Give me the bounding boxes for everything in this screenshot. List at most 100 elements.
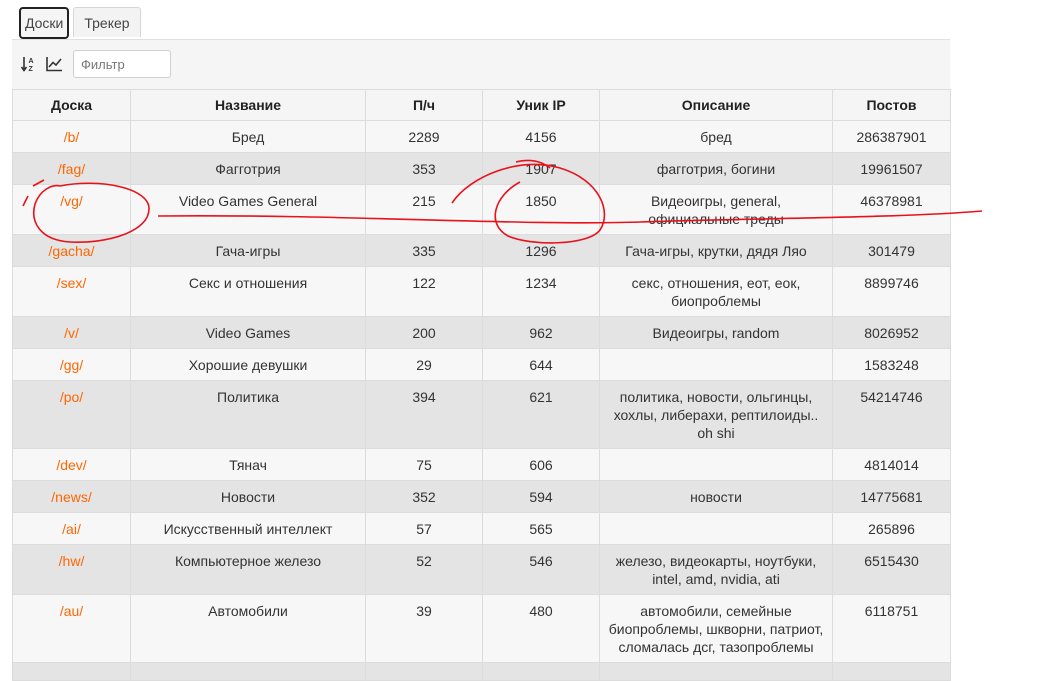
name-cell: Политика: [130, 380, 366, 449]
table-row: /v/Video Games 200 962 Видеоигры, random 802…: [12, 316, 951, 349]
header-posts-per-hour[interactable]: П/ч: [365, 89, 483, 121]
description-cell: политика, новости, ольгинцы, хохлы, либе…: [599, 380, 833, 449]
posts-per-hour-cell: 39: [365, 594, 483, 663]
posts-cell: 46378981: [832, 184, 951, 235]
posts-cell: 6515430: [832, 544, 951, 595]
posts-cell: 301479: [832, 234, 951, 267]
header-posts[interactable]: Постов: [832, 89, 951, 121]
board-cell[interactable]: /gacha/: [12, 234, 131, 267]
table-row: /fag/Фагготрия 353 1907 фагготрия, богини 19…: [12, 152, 951, 185]
board-cell[interactable]: /dev/: [12, 448, 131, 481]
table-row: /gg/Хорошие девушки 29 644 1583248: [12, 348, 951, 381]
boards-table: Доска Название П/ч Уник IP Описание Пост…: [12, 89, 951, 681]
header-name[interactable]: Название: [130, 89, 366, 121]
posts-cell: 8026952: [832, 316, 951, 349]
posts-per-hour-cell: 394: [365, 380, 483, 449]
name-cell: Новости: [130, 480, 366, 513]
description-cell: Гача-игры, крутки, дядя Ляо: [599, 234, 833, 267]
description-cell: [599, 448, 833, 481]
unique-ip-cell: 1907: [482, 152, 600, 185]
name-cell: Video Games: [130, 316, 366, 349]
svg-text:Z: Z: [29, 66, 34, 73]
unique-ip-cell: 565: [482, 512, 600, 545]
name-cell: Гача-игры: [130, 234, 366, 267]
table-row: /sex/Секс и отношения 122 1234 секс, отноше…: [12, 266, 951, 317]
table-row: /news/Новости 352 594 новости 14775681: [12, 480, 951, 513]
unique-ip-cell: 480: [482, 594, 600, 663]
board-cell[interactable]: /hw/: [12, 544, 131, 595]
description-cell: [599, 662, 833, 681]
table-row: [12, 662, 951, 681]
unique-ip-cell: 1850: [482, 184, 600, 235]
unique-ip-cell: [482, 662, 600, 681]
description-cell: железо, видеокарты, ноутбуки, intel, amd…: [599, 544, 833, 595]
posts-per-hour-cell: 2289: [365, 120, 483, 153]
toolbar: A Z: [12, 40, 950, 89]
name-cell: Бред: [130, 120, 366, 153]
name-cell: Секс и отношения: [130, 266, 366, 317]
header-unique-ip[interactable]: Уник IP: [482, 89, 600, 121]
name-cell: Video Games General: [130, 184, 366, 235]
unique-ip-cell: 1234: [482, 266, 600, 317]
table-row: /hw/Компьютерное железо 52 546 железо, виде…: [12, 544, 951, 595]
name-cell: Искусственный интеллект: [130, 512, 366, 545]
posts-cell: 14775681: [832, 480, 951, 513]
description-cell: бред: [599, 120, 833, 153]
board-cell[interactable]: [12, 662, 131, 681]
description-cell: автомобили, семейные биопроблемы, шкворн…: [599, 594, 833, 663]
unique-ip-cell: 4156: [482, 120, 600, 153]
board-cell[interactable]: /v/: [12, 316, 131, 349]
board-cell[interactable]: /au/: [12, 594, 131, 663]
name-cell: Автомобили: [130, 594, 366, 663]
name-cell: Компьютерное железо: [130, 544, 366, 595]
posts-per-hour-cell: 57: [365, 512, 483, 545]
board-cell[interactable]: /news/: [12, 480, 131, 513]
description-cell: фагготрия, богини: [599, 152, 833, 185]
board-cell[interactable]: /vg/: [12, 184, 131, 235]
board-cell[interactable]: /b/: [12, 120, 131, 153]
posts-per-hour-cell: 215: [365, 184, 483, 235]
posts-per-hour-cell: 335: [365, 234, 483, 267]
table-row: /vg/Video Games General 215 1850 Видеоигры,…: [12, 184, 951, 235]
board-cell[interactable]: /ai/: [12, 512, 131, 545]
header-description[interactable]: Описание: [599, 89, 833, 121]
posts-per-hour-cell: [365, 662, 483, 681]
tab-tracker[interactable]: Трекер: [73, 7, 141, 37]
table-row: /po/Политика 394 621 политика, новости, оль…: [12, 380, 951, 449]
unique-ip-cell: 644: [482, 348, 600, 381]
description-cell: Видеоигры, general, официальные треды: [599, 184, 833, 235]
name-cell: Хорошие девушки: [130, 348, 366, 381]
posts-per-hour-cell: 352: [365, 480, 483, 513]
sort-alpha-icon[interactable]: A Z: [20, 55, 38, 73]
table-header-row: Доска Название П/ч Уник IP Описание Пост…: [12, 89, 951, 121]
table-row: /ai/Искусственный интеллект 57 565 265896: [12, 512, 951, 545]
posts-cell: [832, 662, 951, 681]
description-cell: [599, 512, 833, 545]
posts-per-hour-cell: 52: [365, 544, 483, 595]
header-board[interactable]: Доска: [12, 89, 131, 121]
posts-per-hour-cell: 75: [365, 448, 483, 481]
line-chart-icon[interactable]: [45, 55, 63, 73]
posts-per-hour-cell: 353: [365, 152, 483, 185]
board-cell[interactable]: /fag/: [12, 152, 131, 185]
description-cell: [599, 348, 833, 381]
tab-boards[interactable]: Доски: [19, 7, 70, 39]
name-cell: Фагготрия: [130, 152, 366, 185]
board-cell[interactable]: /po/: [12, 380, 131, 449]
unique-ip-cell: 594: [482, 480, 600, 513]
board-cell[interactable]: /gg/: [12, 348, 131, 381]
posts-per-hour-cell: 200: [365, 316, 483, 349]
unique-ip-cell: 962: [482, 316, 600, 349]
unique-ip-cell: 546: [482, 544, 600, 595]
posts-per-hour-cell: 29: [365, 348, 483, 381]
board-cell[interactable]: /sex/: [12, 266, 131, 317]
svg-text:A: A: [29, 58, 34, 65]
posts-cell: 54214746: [832, 380, 951, 449]
posts-per-hour-cell: 122: [365, 266, 483, 317]
name-cell: Тянач: [130, 448, 366, 481]
description-cell: секс, отношения, еот, еок, биопроблемы: [599, 266, 833, 317]
table-row: /dev/Тянач 75 606 4814014: [12, 448, 951, 481]
posts-cell: 265896: [832, 512, 951, 545]
posts-cell: 1583248: [832, 348, 951, 381]
filter-input[interactable]: [73, 50, 171, 78]
